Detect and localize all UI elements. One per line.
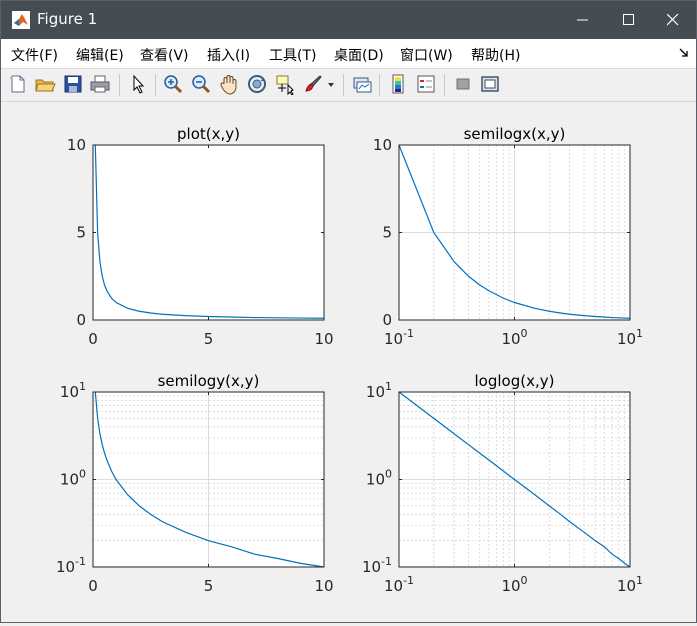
minimize-icon	[577, 19, 588, 21]
y-tick-label: 10-1	[362, 555, 392, 576]
toolbar-separator	[379, 74, 380, 96]
zoom-out-icon	[192, 75, 211, 94]
y-tick-label: 10	[67, 136, 86, 154]
y-tick-label: 100	[366, 468, 392, 489]
menu-window[interactable]: 窗口(W)	[400, 45, 453, 65]
hide-plot-tools-button[interactable]	[452, 73, 474, 95]
save-button[interactable]	[62, 73, 84, 95]
y-tick-label: 5	[382, 224, 392, 242]
x-tick-label: 101	[617, 327, 643, 348]
y-tick-label: 0	[382, 311, 392, 329]
new-figure-button[interactable]	[7, 73, 29, 95]
matlab-logo-icon	[12, 11, 30, 29]
subplot-title: semilogx(x,y)	[464, 125, 566, 143]
x-tick-label: 0	[88, 330, 98, 348]
link-plot-icon	[353, 77, 372, 93]
insert-legend-button[interactable]	[415, 73, 437, 95]
data-cursor-button[interactable]	[274, 73, 296, 95]
zoom-out-button[interactable]	[190, 73, 212, 95]
open-file-button[interactable]	[34, 73, 56, 95]
axes-background	[93, 145, 324, 320]
y-tick-label: 5	[76, 224, 86, 242]
toolbar-separator	[444, 74, 445, 96]
pan-button[interactable]	[218, 73, 240, 95]
window-title: Figure 1	[37, 10, 98, 28]
save-icon	[64, 75, 82, 93]
x-tick-label: 5	[204, 577, 214, 595]
menu-view[interactable]: 查看(V)	[140, 45, 189, 65]
hide-plot-tools-icon	[456, 78, 470, 90]
x-tick-label: 100	[501, 327, 527, 348]
y-tick-label: 10	[373, 136, 392, 154]
menu-edit[interactable]: 编辑(E)	[76, 45, 124, 65]
figure-canvas: 0 5 10 0 5 10 plot(x,y) 10-1 100 101 0 5 10 semilogx(…	[1, 102, 696, 622]
print-icon	[90, 75, 110, 93]
figure-toolbar	[1, 69, 696, 102]
subplot-3[interactable]: 0 5 10 10-1 100 101 semilogy(x,y)	[56, 372, 334, 595]
toolbar-separator	[119, 74, 120, 96]
legend-icon	[417, 75, 435, 93]
select-button[interactable]	[127, 73, 149, 95]
link-plot-button[interactable]	[351, 73, 373, 95]
data-cursor-icon	[276, 75, 294, 95]
menu-bar: 文件(F) 编辑(E) 查看(V) 插入(I) 工具(T) 桌面(D) 窗口(W…	[1, 39, 696, 69]
dock-arrow-icon[interactable]	[678, 46, 690, 60]
subplot-title: loglog(x,y)	[475, 372, 555, 390]
y-tick-label: 100	[60, 468, 86, 489]
brush-dropdown-icon	[328, 83, 334, 87]
menu-help[interactable]: 帮助(H)	[471, 45, 520, 65]
maximize-icon	[623, 14, 634, 25]
toolbar-separator	[155, 74, 156, 96]
show-plot-tools-icon	[481, 76, 499, 92]
insert-colorbar-button[interactable]	[387, 73, 409, 95]
x-tick-label: 10	[314, 577, 333, 595]
close-button[interactable]	[650, 1, 696, 39]
x-tick-label: 5	[204, 330, 214, 348]
menu-file[interactable]: 文件(F)	[11, 45, 58, 65]
subplot-4[interactable]: 10-1 100 101 10-1 100 101 loglog(x,y)	[362, 372, 643, 595]
x-tick-label: 101	[617, 574, 643, 595]
menu-insert[interactable]: 插入(I)	[207, 45, 250, 65]
close-icon	[667, 14, 679, 26]
select-arrow-icon	[133, 74, 145, 94]
colorbar-icon	[392, 74, 404, 94]
subplot-2[interactable]: 10-1 100 101 0 5 10 semilogx(x,y)	[373, 125, 643, 348]
subplot-grid: 0 5 100510plot(x,y)10-1 100 1010510semilogx(…	[56, 125, 643, 595]
show-plot-tools-button[interactable]	[479, 73, 501, 95]
x-tick-label: 10-1	[384, 574, 414, 595]
maximize-button[interactable]	[606, 1, 652, 39]
rotate-3d-button[interactable]	[246, 73, 268, 95]
rotate-3d-icon	[248, 75, 266, 93]
y-tick-label: 101	[366, 380, 392, 401]
pan-hand-icon	[220, 75, 237, 95]
y-tick-label: 0	[76, 311, 86, 329]
figure-window: Figure 1 文件(F) 编辑(E) 查看(V) 插入(I) 工具(T) 桌…	[0, 0, 697, 623]
title-bar[interactable]: Figure 1	[1, 1, 696, 39]
menu-tools[interactable]: 工具(T)	[269, 45, 316, 65]
x-tick-label: 10	[314, 330, 333, 348]
toolbar-separator	[343, 74, 344, 96]
brush-dropdown-button[interactable]	[326, 73, 336, 95]
menu-desktop[interactable]: 桌面(D)	[334, 45, 384, 65]
x-tick-label: 10-1	[384, 327, 414, 348]
brush-icon	[305, 75, 322, 92]
y-tick-label: 101	[60, 380, 86, 401]
subplot-1[interactable]: 0 5 10 0 5 10 plot(x,y)	[67, 125, 334, 348]
zoom-in-button[interactable]	[162, 73, 184, 95]
minimize-button[interactable]	[560, 1, 606, 39]
new-figure-icon	[10, 75, 25, 93]
subplot-title: semilogy(x,y)	[158, 372, 260, 390]
x-tick-label: 100	[501, 574, 527, 595]
brush-button[interactable]	[302, 73, 324, 95]
print-button[interactable]	[89, 73, 111, 95]
open-folder-icon	[35, 79, 56, 92]
y-tick-label: 10-1	[56, 555, 86, 576]
x-tick-label: 0	[88, 577, 98, 595]
subplot-title: plot(x,y)	[177, 125, 240, 143]
zoom-in-icon	[164, 75, 183, 94]
